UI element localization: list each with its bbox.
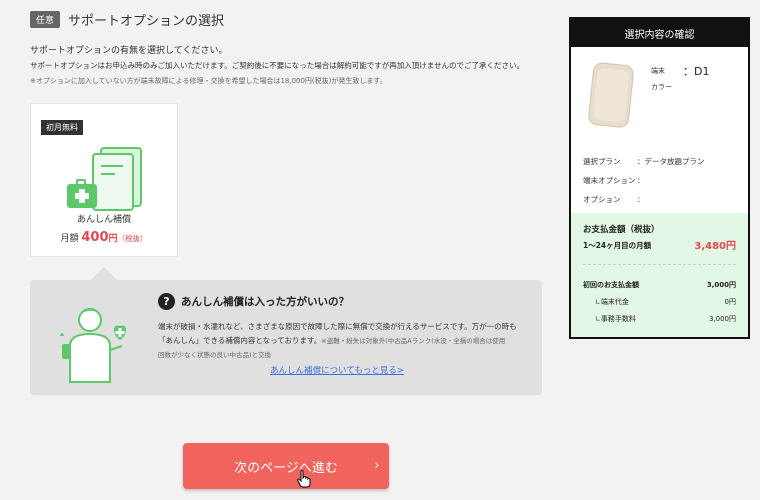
faq-box: ? あんしん補償は入った方がいいの？ 端末が破損・水濡れなど、さまざまな原因で故… (30, 280, 542, 395)
option-name: あんしん補償 (76, 215, 131, 225)
price-unit: 円 (108, 234, 118, 244)
optional-tag: 任意 (30, 11, 61, 28)
insurance-illustration-icon (67, 147, 142, 211)
section-title: サポートオプションの選択 (68, 14, 225, 29)
next-page-label: 次のページへ進む (234, 460, 338, 475)
monthly-label: 1～24ヶ月目の月額 (583, 241, 652, 250)
fee-value: 3,000円 (708, 315, 736, 323)
payment-divider (583, 264, 736, 265)
faq-question: ? あんしん補償は入った方がいいの？ (158, 293, 349, 310)
hand-cursor-icon (297, 470, 311, 488)
device-value: ：D1 (683, 65, 710, 78)
question-icon: ? (158, 293, 175, 310)
price-value: 400 (81, 230, 109, 245)
description-line-2: サポートオプションはお申込み時のみご加入いただけます。ご契約後に不要になった場合… (30, 61, 525, 70)
initial-value: 3,000円 (706, 281, 736, 289)
faq-title: あんしん補償は入った方がいいの？ (181, 296, 349, 308)
summary-row-device-option: 端末オプション： (583, 176, 645, 185)
summary-header: 選択内容の確認 (571, 19, 748, 47)
section-header: 任意 サポートオプションの選択 (30, 10, 224, 29)
person-holding-phone-icon (60, 308, 126, 383)
device-cost-value: 0円 (724, 298, 736, 306)
faq-pointer (90, 267, 118, 281)
description-note: ※オプションに加入していない方が端末故障による修理・交換を希望した場合は18,0… (30, 77, 387, 85)
option-price: 月額 400円（税抜） (30, 230, 178, 245)
faq-note-2: 回数が少なく状態の良い中古品)と交換 (158, 351, 272, 359)
chevron-right-icon: › (374, 456, 379, 472)
faq-note-1: ※盗難・紛失は対象外(中古品Aランク(水没・全損の場合は使用 (321, 337, 506, 345)
device-image (588, 62, 634, 128)
description-line-1: サポートオプションの有無を選択してください。 (30, 46, 228, 56)
device-label: 端末 (651, 67, 665, 75)
initial-label: 初回のお支払金額 (583, 281, 639, 289)
free-first-month-badge: 初月無料 (41, 120, 83, 135)
summary-row-option: オプション： (583, 195, 645, 204)
more-about-anshin-link[interactable]: あんしん補償についてもっと見る> (270, 364, 404, 376)
faq-body-line-2: 「あんしん」できる補償内容となっております。※盗難・紛失は対象外(中古品Aランク… (158, 336, 506, 345)
summary-row-plan: 選択プラン ：データ放題プラン (583, 157, 705, 166)
faq-body-line-1: 端末が破損・水濡れなど、さまざまな原因で故障した際に無償で交換が行えるサービスで… (158, 322, 517, 331)
payment-title: お支払金額（税抜） (583, 225, 660, 235)
fee-label: ∟事務手数料 (595, 315, 636, 323)
monthly-value: 3,480円 (694, 241, 736, 252)
selection-summary-panel: 選択内容の確認 端末 ：D1 カラー 選択プラン ：データ放題プラン 端末オプショ… (569, 17, 750, 339)
device-cost-label: ∟端末代金 (595, 298, 629, 306)
payment-section: お支払金額（税抜） 1～24ヶ月目の月額 3,480円 初回のお支払金額 3,0… (571, 213, 748, 337)
next-page-button[interactable]: 次のページへ進む › (183, 443, 389, 489)
color-label: カラー (651, 83, 672, 91)
price-prefix: 月額 (60, 234, 79, 244)
faq-body: 端末が破損・水濡れなど、さまざまな原因で故障した際に無償で交換が行えるサービスで… (158, 320, 528, 362)
price-tax: （税抜） (117, 234, 148, 243)
